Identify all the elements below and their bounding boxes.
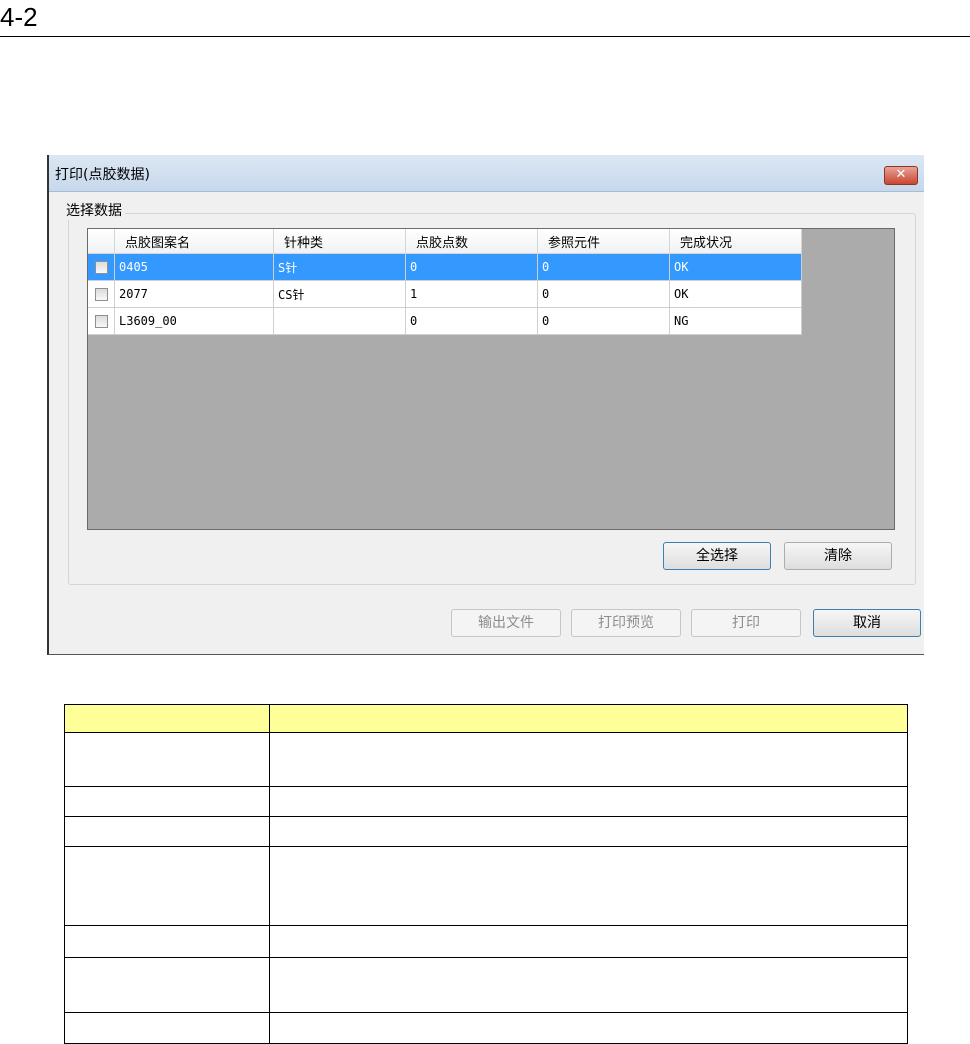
item-cell [64, 786, 270, 817]
dialog-titlebar: 打印(点胶数据) ✕ [49, 155, 924, 192]
status-cell: NG [669, 307, 802, 335]
needle-type-cell: CS针 [273, 280, 406, 308]
description-header-row [64, 704, 908, 733]
row-checkbox[interactable] [94, 261, 108, 274]
description-row [64, 816, 908, 847]
header-cell [64, 704, 270, 733]
pattern-name-cell: L3609_00 [114, 307, 274, 335]
reference-parts-cell: 0 [537, 280, 670, 308]
close-icon[interactable]: ✕ [884, 166, 918, 185]
export-file-button[interactable]: 输出文件 [451, 609, 561, 637]
column-header[interactable]: 点胶图案名 [114, 229, 274, 254]
needle-type-cell [273, 307, 406, 335]
dialog-title: 打印(点胶数据) [55, 167, 150, 183]
column-header[interactable]: 针种类 [273, 229, 406, 254]
item-cell [64, 957, 270, 1013]
description-cell [269, 846, 908, 926]
section-number: 4-2 [0, 2, 38, 32]
row-checkbox-cell [88, 253, 115, 281]
status-cell: OK [669, 253, 802, 281]
dispense-points-cell: 0 [405, 307, 538, 335]
item-cell [64, 1012, 270, 1044]
description-row [64, 925, 908, 958]
dispense-points-cell: 1 [405, 280, 538, 308]
column-header[interactable]: 完成状况 [669, 229, 802, 254]
description-row [64, 846, 908, 926]
data-table: 点胶图案名 针种类 点胶点数 参照元件 完成状况 0405 S针 0 0 OK [88, 229, 802, 335]
print-preview-button[interactable]: 打印预览 [571, 609, 681, 637]
column-header[interactable]: 点胶点数 [405, 229, 538, 254]
select-all-button[interactable]: 全选择 [663, 542, 771, 570]
row-checkbox[interactable] [94, 288, 108, 301]
description-cell [269, 732, 908, 787]
description-row [64, 786, 908, 817]
table-header-row: 点胶图案名 针种类 点胶点数 参照元件 完成状况 [88, 229, 802, 254]
needle-type-cell: S针 [273, 253, 406, 281]
reference-parts-cell: 0 [537, 307, 670, 335]
row-checkbox-cell [88, 307, 115, 335]
table-row[interactable]: 0405 S针 0 0 OK [88, 253, 802, 281]
dispense-points-cell: 0 [405, 253, 538, 281]
print-dialog: 打印(点胶数据) ✕ 选择数据 点胶图案名 针种类 点胶点数 参照元件 完成状况… [47, 155, 924, 655]
description-cell [269, 925, 908, 958]
row-checkbox-cell [88, 280, 115, 308]
description-cell [269, 957, 908, 1013]
item-cell [64, 925, 270, 958]
status-cell: OK [669, 280, 802, 308]
item-cell [64, 846, 270, 926]
table-row[interactable]: 2077 CS针 1 0 OK [88, 280, 802, 308]
description-cell [269, 1012, 908, 1044]
checkbox-column-header [88, 229, 115, 254]
reference-parts-cell: 0 [537, 253, 670, 281]
page-header: 4-2 [0, 0, 970, 37]
pattern-name-cell: 0405 [114, 253, 274, 281]
description-cell [269, 816, 908, 847]
description-cell [269, 786, 908, 817]
data-grid[interactable]: 点胶图案名 针种类 点胶点数 参照元件 完成状况 0405 S针 0 0 OK [87, 228, 895, 530]
column-header[interactable]: 参照元件 [537, 229, 670, 254]
table-row[interactable]: L3609_00 0 0 NG [88, 307, 802, 335]
group-label: 选择数据 [63, 200, 125, 220]
item-cell [64, 732, 270, 787]
description-table [64, 704, 908, 1044]
cancel-button[interactable]: 取消 [813, 609, 921, 637]
clear-button[interactable]: 清除 [784, 542, 892, 570]
description-row [64, 1012, 908, 1044]
pattern-name-cell: 2077 [114, 280, 274, 308]
row-checkbox[interactable] [94, 315, 108, 328]
description-row [64, 957, 908, 1013]
item-cell [64, 816, 270, 847]
header-cell [269, 704, 908, 733]
description-row [64, 732, 908, 787]
print-button[interactable]: 打印 [691, 609, 801, 637]
